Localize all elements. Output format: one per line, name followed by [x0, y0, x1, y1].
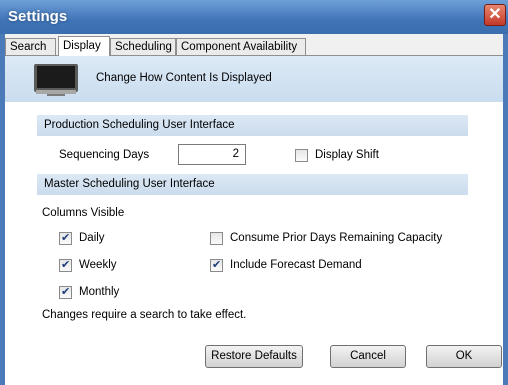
- header-band: Change How Content Is Displayed: [5, 56, 503, 102]
- info-note: Changes require a search to take effect.: [42, 309, 247, 321]
- production-section-header: Production Scheduling User Interface: [37, 115, 468, 136]
- sequencing-days-label: Sequencing Days: [59, 149, 150, 161]
- columns-visible-label: Columns Visible: [42, 207, 125, 219]
- restore-defaults-button[interactable]: Restore Defaults: [205, 345, 303, 368]
- weekly-label: Weekly: [79, 259, 117, 271]
- daily-label: Daily: [79, 232, 105, 244]
- ok-button[interactable]: OK: [426, 345, 502, 368]
- include-forecast-label: Include Forecast Demand: [230, 259, 362, 271]
- tab-scheduling[interactable]: Scheduling: [110, 38, 176, 56]
- header-text: Change How Content Is Displayed: [96, 72, 272, 84]
- weekly-checkbox[interactable]: [59, 258, 72, 272]
- title-bar[interactable]: Settings ✕: [0, 0, 508, 34]
- close-icon: ✕: [488, 6, 502, 23]
- display-shift-checkbox[interactable]: [295, 149, 308, 162]
- window-title: Settings: [8, 8, 68, 25]
- daily-checkbox[interactable]: [59, 231, 72, 245]
- master-section-header: Master Scheduling User Interface: [37, 174, 468, 195]
- tab-search[interactable]: Search: [5, 38, 56, 56]
- tab-strip: Search Display Scheduling Component Avai…: [5, 34, 503, 56]
- dialog-body: Search Display Scheduling Component Avai…: [5, 34, 503, 385]
- include-forecast-checkbox[interactable]: [210, 258, 223, 272]
- consume-prior-days-label: Consume Prior Days Remaining Capacity: [230, 232, 443, 244]
- display-shift-label: Display Shift: [315, 149, 379, 161]
- monthly-label: Monthly: [79, 286, 120, 298]
- display-tab-panel: Change How Content Is Displayed Producti…: [5, 55, 503, 385]
- settings-window: Settings ✕ Search Display Scheduling Com…: [0, 0, 508, 385]
- tab-display[interactable]: Display: [58, 36, 110, 56]
- cancel-button[interactable]: Cancel: [330, 345, 406, 368]
- sequencing-days-input[interactable]: 2: [178, 144, 246, 165]
- tab-component-availability[interactable]: Component Availability: [176, 38, 306, 56]
- monitor-icon: [34, 64, 78, 96]
- consume-prior-days-checkbox[interactable]: [210, 232, 223, 245]
- close-button[interactable]: ✕: [484, 4, 506, 26]
- monthly-checkbox[interactable]: [59, 285, 72, 299]
